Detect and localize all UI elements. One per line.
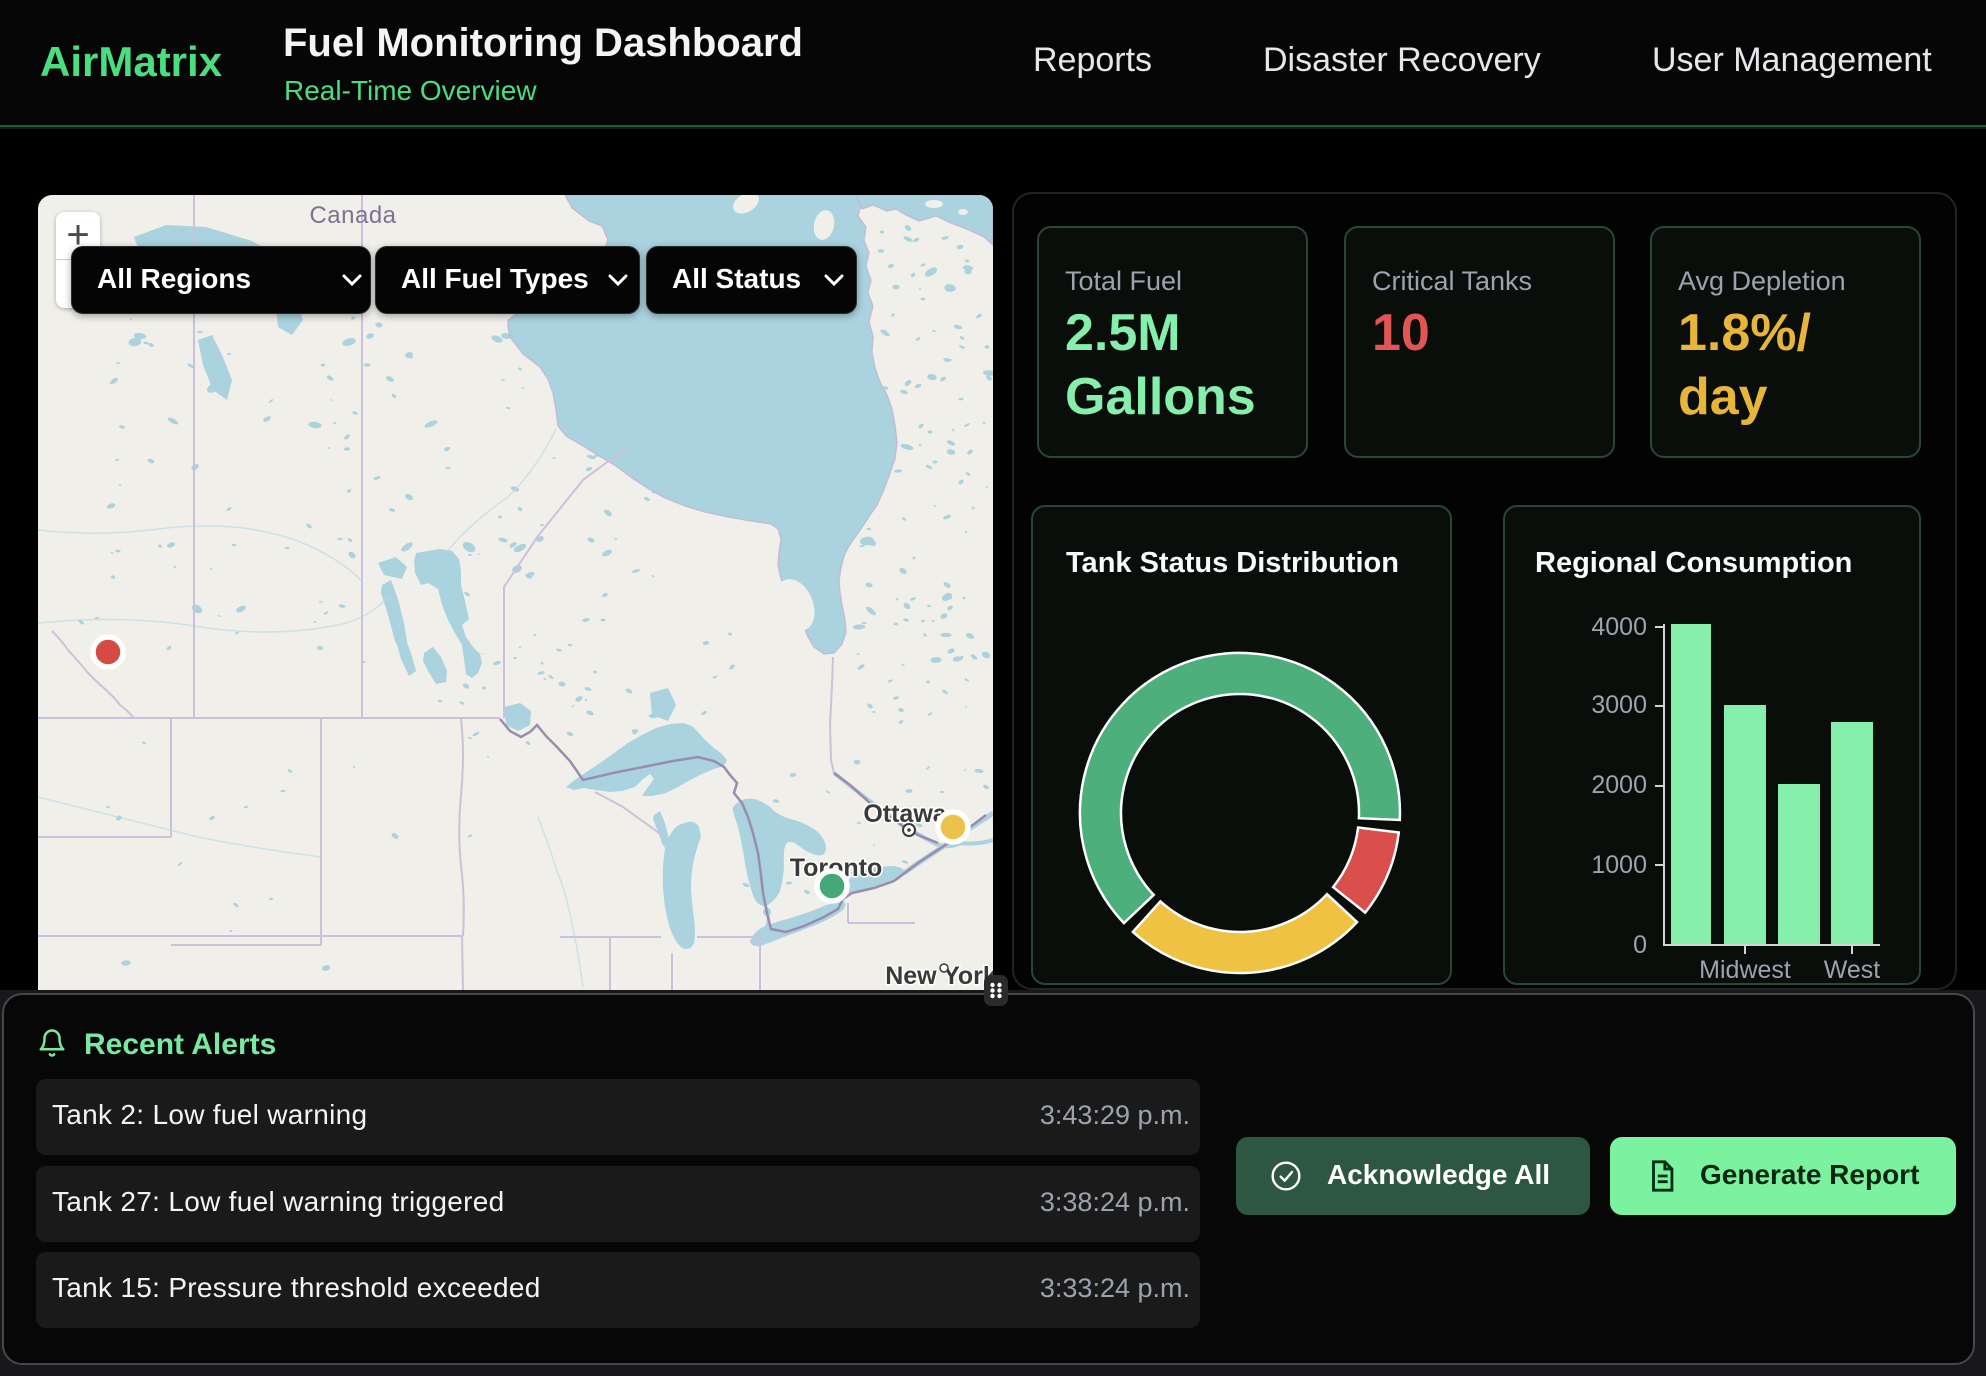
svg-text:Ottawa: Ottawa: [863, 800, 947, 828]
svg-text:Canada: Canada: [309, 202, 396, 229]
svg-text:New York: New York: [885, 962, 993, 990]
